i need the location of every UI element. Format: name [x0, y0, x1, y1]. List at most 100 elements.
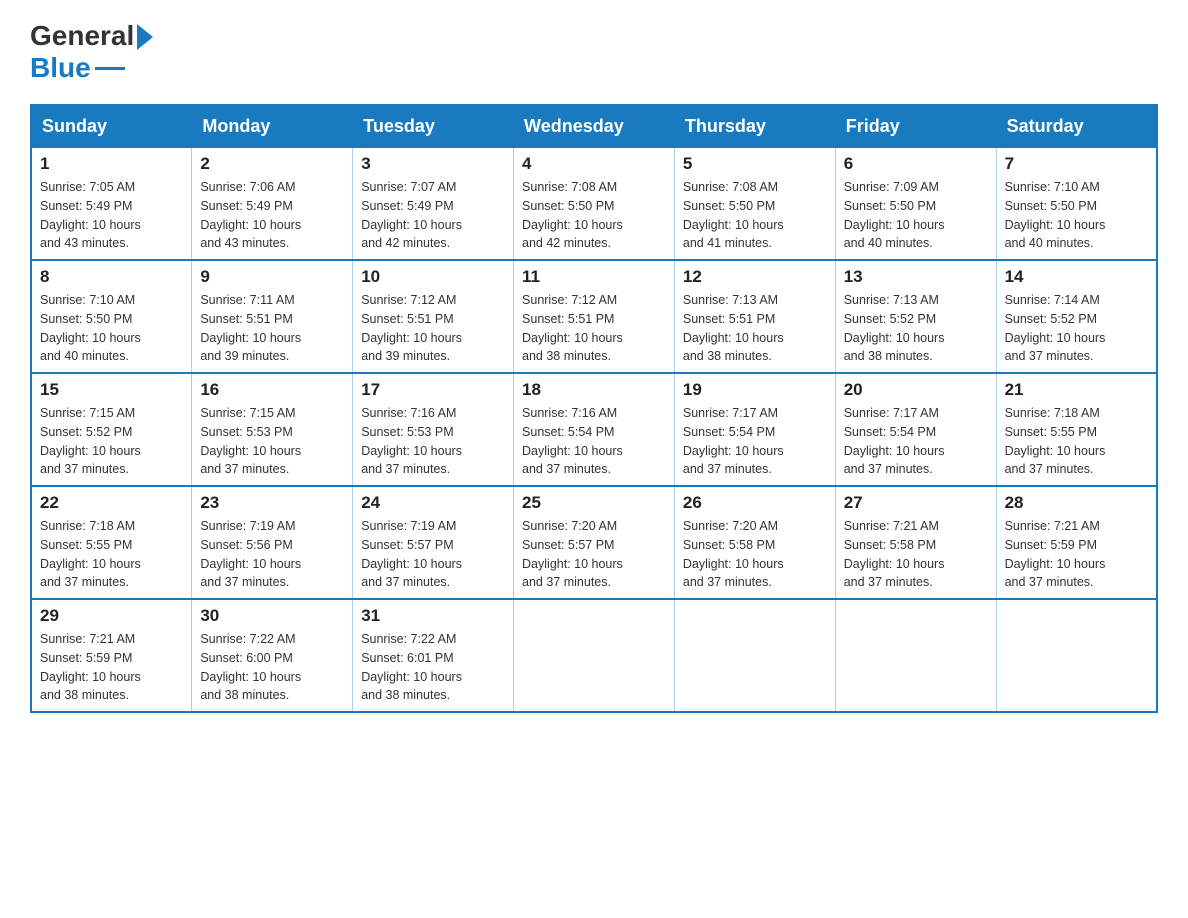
calendar-cell [835, 599, 996, 712]
calendar-cell: 23 Sunrise: 7:19 AMSunset: 5:56 PMDaylig… [192, 486, 353, 599]
day-number: 28 [1005, 493, 1148, 513]
day-number: 16 [200, 380, 344, 400]
calendar-cell: 4 Sunrise: 7:08 AMSunset: 5:50 PMDayligh… [514, 148, 675, 261]
day-info: Sunrise: 7:16 AMSunset: 5:54 PMDaylight:… [522, 404, 666, 479]
logo-underline [95, 67, 125, 70]
calendar-cell: 8 Sunrise: 7:10 AMSunset: 5:50 PMDayligh… [31, 260, 192, 373]
day-number: 11 [522, 267, 666, 287]
calendar-week-row: 1 Sunrise: 7:05 AMSunset: 5:49 PMDayligh… [31, 148, 1157, 261]
day-info: Sunrise: 7:17 AMSunset: 5:54 PMDaylight:… [844, 404, 988, 479]
calendar-cell [996, 599, 1157, 712]
calendar-cell: 2 Sunrise: 7:06 AMSunset: 5:49 PMDayligh… [192, 148, 353, 261]
calendar-cell: 1 Sunrise: 7:05 AMSunset: 5:49 PMDayligh… [31, 148, 192, 261]
day-info: Sunrise: 7:19 AMSunset: 5:57 PMDaylight:… [361, 517, 505, 592]
day-info: Sunrise: 7:13 AMSunset: 5:52 PMDaylight:… [844, 291, 988, 366]
logo-general-word: General [30, 20, 134, 52]
day-info: Sunrise: 7:06 AMSunset: 5:49 PMDaylight:… [200, 178, 344, 253]
day-number: 31 [361, 606, 505, 626]
day-number: 15 [40, 380, 183, 400]
day-number: 6 [844, 154, 988, 174]
day-number: 20 [844, 380, 988, 400]
day-info: Sunrise: 7:21 AMSunset: 5:58 PMDaylight:… [844, 517, 988, 592]
day-number: 21 [1005, 380, 1148, 400]
calendar-cell: 30 Sunrise: 7:22 AMSunset: 6:00 PMDaylig… [192, 599, 353, 712]
column-header-tuesday: Tuesday [353, 105, 514, 148]
calendar-cell: 28 Sunrise: 7:21 AMSunset: 5:59 PMDaylig… [996, 486, 1157, 599]
day-number: 4 [522, 154, 666, 174]
day-number: 30 [200, 606, 344, 626]
day-info: Sunrise: 7:18 AMSunset: 5:55 PMDaylight:… [1005, 404, 1148, 479]
logo-arrow-icon [137, 24, 153, 50]
day-number: 2 [200, 154, 344, 174]
day-number: 3 [361, 154, 505, 174]
calendar-cell: 21 Sunrise: 7:18 AMSunset: 5:55 PMDaylig… [996, 373, 1157, 486]
calendar-table: SundayMondayTuesdayWednesdayThursdayFrid… [30, 104, 1158, 713]
day-info: Sunrise: 7:19 AMSunset: 5:56 PMDaylight:… [200, 517, 344, 592]
calendar-week-row: 29 Sunrise: 7:21 AMSunset: 5:59 PMDaylig… [31, 599, 1157, 712]
day-info: Sunrise: 7:18 AMSunset: 5:55 PMDaylight:… [40, 517, 183, 592]
day-info: Sunrise: 7:10 AMSunset: 5:50 PMDaylight:… [40, 291, 183, 366]
day-number: 8 [40, 267, 183, 287]
calendar-cell: 22 Sunrise: 7:18 AMSunset: 5:55 PMDaylig… [31, 486, 192, 599]
day-info: Sunrise: 7:20 AMSunset: 5:57 PMDaylight:… [522, 517, 666, 592]
day-info: Sunrise: 7:09 AMSunset: 5:50 PMDaylight:… [844, 178, 988, 253]
day-info: Sunrise: 7:21 AMSunset: 5:59 PMDaylight:… [40, 630, 183, 705]
day-info: Sunrise: 7:22 AMSunset: 6:00 PMDaylight:… [200, 630, 344, 705]
calendar-cell: 24 Sunrise: 7:19 AMSunset: 5:57 PMDaylig… [353, 486, 514, 599]
day-number: 12 [683, 267, 827, 287]
day-info: Sunrise: 7:12 AMSunset: 5:51 PMDaylight:… [522, 291, 666, 366]
calendar-cell: 11 Sunrise: 7:12 AMSunset: 5:51 PMDaylig… [514, 260, 675, 373]
calendar-week-row: 15 Sunrise: 7:15 AMSunset: 5:52 PMDaylig… [31, 373, 1157, 486]
calendar-cell: 25 Sunrise: 7:20 AMSunset: 5:57 PMDaylig… [514, 486, 675, 599]
day-number: 9 [200, 267, 344, 287]
day-number: 26 [683, 493, 827, 513]
calendar-cell: 14 Sunrise: 7:14 AMSunset: 5:52 PMDaylig… [996, 260, 1157, 373]
logo: General Blue [30, 20, 153, 84]
day-number: 25 [522, 493, 666, 513]
day-number: 10 [361, 267, 505, 287]
day-info: Sunrise: 7:22 AMSunset: 6:01 PMDaylight:… [361, 630, 505, 705]
day-number: 13 [844, 267, 988, 287]
calendar-cell: 20 Sunrise: 7:17 AMSunset: 5:54 PMDaylig… [835, 373, 996, 486]
calendar-cell [674, 599, 835, 712]
logo-line2: Blue [30, 52, 125, 84]
day-number: 14 [1005, 267, 1148, 287]
calendar-cell [514, 599, 675, 712]
logo-blue-word: Blue [30, 52, 91, 84]
day-info: Sunrise: 7:07 AMSunset: 5:49 PMDaylight:… [361, 178, 505, 253]
day-info: Sunrise: 7:05 AMSunset: 5:49 PMDaylight:… [40, 178, 183, 253]
day-number: 22 [40, 493, 183, 513]
calendar-week-row: 22 Sunrise: 7:18 AMSunset: 5:55 PMDaylig… [31, 486, 1157, 599]
column-header-monday: Monday [192, 105, 353, 148]
day-info: Sunrise: 7:16 AMSunset: 5:53 PMDaylight:… [361, 404, 505, 479]
day-number: 27 [844, 493, 988, 513]
column-header-thursday: Thursday [674, 105, 835, 148]
column-header-sunday: Sunday [31, 105, 192, 148]
calendar-cell: 26 Sunrise: 7:20 AMSunset: 5:58 PMDaylig… [674, 486, 835, 599]
day-number: 19 [683, 380, 827, 400]
day-number: 5 [683, 154, 827, 174]
calendar-cell: 9 Sunrise: 7:11 AMSunset: 5:51 PMDayligh… [192, 260, 353, 373]
day-number: 18 [522, 380, 666, 400]
day-info: Sunrise: 7:20 AMSunset: 5:58 PMDaylight:… [683, 517, 827, 592]
day-number: 24 [361, 493, 505, 513]
day-info: Sunrise: 7:17 AMSunset: 5:54 PMDaylight:… [683, 404, 827, 479]
calendar-cell: 17 Sunrise: 7:16 AMSunset: 5:53 PMDaylig… [353, 373, 514, 486]
day-info: Sunrise: 7:10 AMSunset: 5:50 PMDaylight:… [1005, 178, 1148, 253]
calendar-cell: 31 Sunrise: 7:22 AMSunset: 6:01 PMDaylig… [353, 599, 514, 712]
calendar-cell: 10 Sunrise: 7:12 AMSunset: 5:51 PMDaylig… [353, 260, 514, 373]
day-number: 29 [40, 606, 183, 626]
logo-line1: General [30, 20, 153, 52]
column-header-friday: Friday [835, 105, 996, 148]
calendar-header-row: SundayMondayTuesdayWednesdayThursdayFrid… [31, 105, 1157, 148]
day-number: 1 [40, 154, 183, 174]
calendar-cell: 13 Sunrise: 7:13 AMSunset: 5:52 PMDaylig… [835, 260, 996, 373]
calendar-cell: 16 Sunrise: 7:15 AMSunset: 5:53 PMDaylig… [192, 373, 353, 486]
calendar-cell: 6 Sunrise: 7:09 AMSunset: 5:50 PMDayligh… [835, 148, 996, 261]
calendar-cell: 29 Sunrise: 7:21 AMSunset: 5:59 PMDaylig… [31, 599, 192, 712]
day-info: Sunrise: 7:11 AMSunset: 5:51 PMDaylight:… [200, 291, 344, 366]
day-info: Sunrise: 7:14 AMSunset: 5:52 PMDaylight:… [1005, 291, 1148, 366]
day-info: Sunrise: 7:21 AMSunset: 5:59 PMDaylight:… [1005, 517, 1148, 592]
column-header-saturday: Saturday [996, 105, 1157, 148]
day-info: Sunrise: 7:15 AMSunset: 5:52 PMDaylight:… [40, 404, 183, 479]
